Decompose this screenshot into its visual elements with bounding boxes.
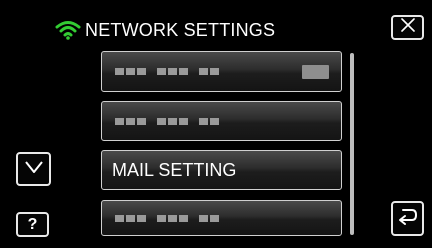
menu-item-4[interactable]	[101, 200, 342, 236]
menu-item-mail-setting[interactable]: MAIL SETTING	[101, 150, 342, 190]
page-title: NETWORK SETTINGS	[85, 19, 276, 40]
help-label: ?	[27, 215, 38, 233]
help-button[interactable]: ?	[16, 212, 49, 237]
obscured-tag	[302, 64, 329, 79]
back-button[interactable]	[391, 201, 424, 236]
obscured-text	[115, 214, 230, 222]
obscured-text	[115, 117, 230, 125]
menu-item-2[interactable]	[101, 101, 342, 141]
chevron-down-icon	[24, 160, 44, 179]
menu-item-label: MAIL SETTING	[112, 159, 237, 180]
return-icon	[397, 206, 419, 231]
wifi-icon	[55, 20, 81, 40]
scrollbar[interactable]	[350, 53, 354, 235]
obscured-text	[115, 68, 230, 75]
menu-item-1[interactable]	[101, 51, 342, 92]
close-icon	[400, 18, 416, 37]
screen-header: NETWORK SETTINGS	[55, 17, 275, 43]
close-button[interactable]	[391, 15, 424, 40]
scroll-down-button[interactable]	[16, 152, 51, 186]
